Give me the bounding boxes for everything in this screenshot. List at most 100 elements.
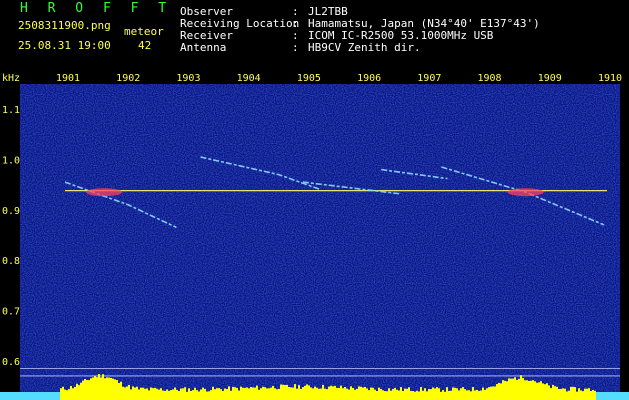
spectrum-bar — [218, 388, 220, 400]
spectrum-bar — [542, 383, 544, 400]
spectrum-bar — [294, 384, 296, 400]
spectrum-bar — [336, 387, 338, 400]
meteor-head-echo — [507, 188, 544, 197]
spectrum-bar — [142, 387, 144, 400]
spectrum-bar — [452, 387, 454, 400]
spectrum-bar — [554, 386, 556, 400]
spectrum-bar — [308, 385, 310, 400]
x-tick-label: 1910 — [598, 73, 622, 84]
spectrum-bar — [206, 391, 208, 400]
spectrum-bar — [242, 387, 244, 400]
filename: 2508311900.png — [18, 19, 111, 32]
spectrum-bar — [152, 388, 154, 400]
spectrum-bar — [126, 386, 128, 400]
spectrum-bar — [374, 389, 376, 400]
spectrum-bar — [306, 384, 308, 400]
spectrogram-chart: kHz 1901 1902 1903 1904 1905 1906 1907 1908 1909… — [0, 70, 629, 400]
spectrum-bar — [568, 390, 570, 400]
spectrum-bar — [366, 388, 368, 400]
spectrum-bar — [254, 387, 256, 400]
info-sep: : — [292, 41, 299, 54]
spectrum-bar — [364, 387, 366, 400]
spectrum-bar — [432, 387, 434, 400]
spectrum-bar — [212, 386, 214, 400]
spectrum-bar — [186, 391, 188, 400]
spectrum-bar — [124, 387, 126, 400]
spectrum-bar — [150, 387, 152, 400]
meteor-label: meteor — [124, 25, 164, 38]
spectrum-bar — [482, 387, 484, 400]
spectrum-bar — [280, 384, 282, 400]
spectrum-bar — [134, 387, 136, 400]
spectrum-bar — [538, 382, 540, 400]
spectrum-bar — [220, 389, 222, 400]
spectrum-bar — [464, 389, 466, 400]
x-tick-label: 1904 — [237, 73, 261, 84]
spectrum-bar — [208, 391, 210, 400]
spectrum-bar — [548, 385, 550, 400]
x-tick-label: 1908 — [478, 73, 502, 84]
spectrum-bar — [110, 377, 112, 400]
spectrum-bar — [460, 388, 462, 400]
spectrum-bar — [60, 388, 62, 400]
spectrum-bar — [438, 388, 440, 400]
spectrum-bar — [284, 384, 286, 400]
spectrum-bar — [528, 380, 530, 400]
spectrum-bar — [260, 388, 262, 400]
spectrum-bar — [188, 388, 190, 400]
spectrum-bar — [204, 388, 206, 400]
spectrum-bar — [402, 390, 404, 400]
meteor-head-echo — [86, 188, 123, 197]
spectrum-bar — [354, 389, 356, 400]
spectrum-bar — [276, 389, 278, 400]
spectrum-bar — [96, 377, 98, 400]
spectrum-bar — [328, 386, 330, 400]
spectrum-bar — [118, 382, 120, 400]
spectrum-bar — [468, 390, 470, 400]
x-tick-label: 1903 — [176, 73, 200, 84]
spectrum-bar — [474, 390, 476, 400]
spectrum-bar — [530, 380, 532, 400]
spectrum-bar — [78, 385, 80, 400]
spectrum-bar — [192, 390, 194, 400]
spectrum-bar — [558, 389, 560, 400]
spectrum-bar — [584, 388, 586, 400]
spectrum-bar — [356, 388, 358, 400]
spectrum-bar — [582, 391, 584, 400]
spectrum-bar — [404, 388, 406, 400]
spectrum-bar — [202, 387, 204, 400]
spectrum-bar — [236, 387, 238, 400]
spectrum-bar — [248, 388, 250, 400]
info-value-antenna: HB9CV Zenith dir. — [308, 41, 421, 54]
spectrum-bar — [300, 388, 302, 400]
spectrum-bar — [546, 383, 548, 400]
spectrum-bar — [396, 389, 398, 400]
x-tick-label: 1906 — [357, 73, 381, 84]
spectrum-bar — [170, 390, 172, 400]
spectrum-bar — [256, 385, 258, 400]
spectrum-bar — [508, 378, 510, 400]
spectrum-bar — [362, 387, 364, 400]
spectrum-bar — [370, 387, 372, 400]
spectrum-bar — [252, 387, 254, 400]
spectrum-bar — [514, 377, 516, 400]
info-label-antenna: Antenna — [180, 41, 227, 54]
spectrum-bar — [552, 384, 554, 400]
spectrum-bar — [484, 389, 486, 400]
spectrum-bar — [580, 390, 582, 400]
spectrum-bar — [234, 387, 236, 400]
spectrum-bar — [322, 384, 324, 400]
spectrum-bar — [108, 377, 110, 400]
spectrum-bar — [586, 388, 588, 400]
spectrum-bar — [88, 380, 90, 400]
spectrum-bar — [112, 378, 114, 400]
spectrum-bar — [316, 387, 318, 400]
spectrum-bar — [326, 389, 328, 400]
spectrum-bar — [436, 387, 438, 400]
spectrum-bar — [314, 386, 316, 400]
y-tick-label: 0.9 — [2, 206, 20, 217]
spectrum-bar — [274, 388, 276, 400]
spectrum-bar — [164, 390, 166, 400]
x-tick-label: 1901 — [56, 73, 80, 84]
spectrum-bar — [158, 389, 160, 400]
